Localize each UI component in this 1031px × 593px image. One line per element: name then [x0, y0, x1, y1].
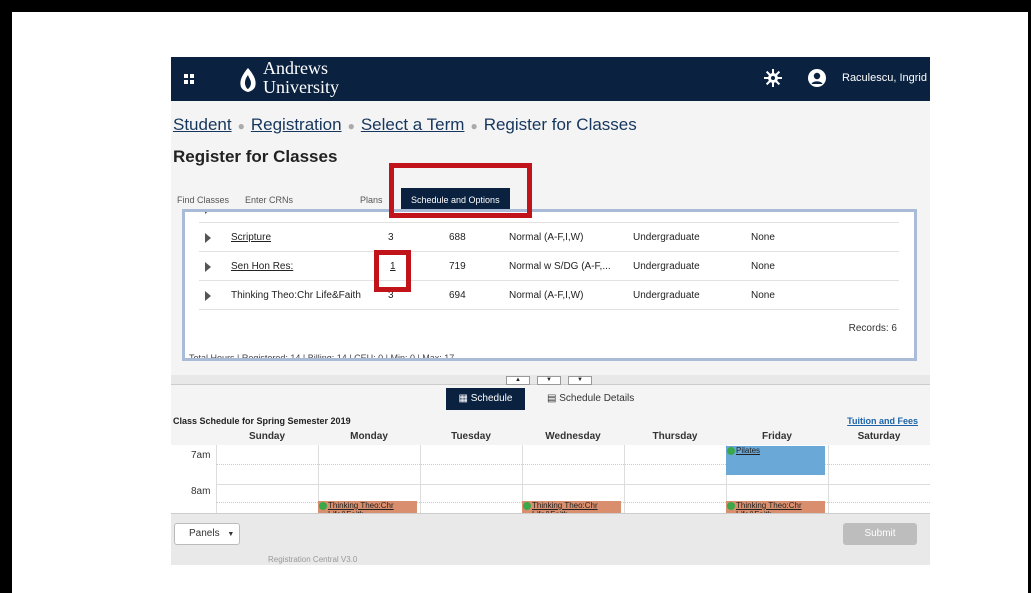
breadcrumb: Student ● Registration ● Select a Term ● Regis…	[173, 115, 637, 135]
hours-cell: 3	[388, 232, 394, 243]
panels-dropdown-button[interactable]: Panels ▼	[174, 523, 240, 545]
event-label: Pilates	[736, 446, 761, 455]
apps-grid-icon[interactable]	[184, 74, 194, 84]
breadcrumb-separator: ●	[347, 119, 355, 133]
event-label: Thinking Theo:Chr Life&Faith	[328, 501, 394, 513]
page-title: Register for Classes	[173, 147, 338, 166]
course-title-link[interactable]: Sen Hon Res:	[231, 261, 293, 272]
calendar-grid: 7am 8am Pilates Thinking Theo:Chr Life&F…	[171, 445, 930, 513]
day-header: Sunday	[248, 431, 286, 442]
frame-left-border	[0, 0, 12, 593]
user-avatar-icon[interactable]	[807, 68, 827, 88]
tuition-fees-link[interactable]: Tuition and Fees	[847, 416, 918, 426]
gear-icon[interactable]	[763, 68, 783, 88]
event-thinking-theo-monday[interactable]: Thinking Theo:Chr Life&Faith	[318, 501, 417, 513]
check-icon	[727, 502, 735, 510]
day-header: Friday	[761, 431, 792, 442]
calendar-title: Class Schedule for Spring Semester 2019	[173, 416, 351, 426]
frame-top-border	[0, 0, 1031, 12]
hour-label: 7am	[191, 450, 211, 461]
course-title-link[interactable]: Scripture	[231, 232, 271, 243]
schedule-details-label: Schedule Details	[559, 393, 635, 404]
breadcrumb-select-term[interactable]: Select a Term	[361, 115, 465, 134]
grid-line	[216, 484, 930, 485]
highlight-credit-hours	[374, 250, 411, 292]
expand-arrow-icon[interactable]	[205, 262, 211, 272]
day-header: Wednesday	[545, 431, 601, 442]
day-header: Tuesday	[451, 431, 491, 442]
check-icon	[319, 502, 327, 510]
event-pilates[interactable]: Pilates	[726, 446, 825, 475]
day-header: Monday	[350, 431, 388, 442]
attribute-cell: None	[751, 232, 775, 243]
day-header: Saturday	[857, 431, 901, 442]
breadcrumb-separator: ●	[237, 119, 245, 133]
level-cell: Undergraduate	[633, 290, 700, 301]
check-icon	[727, 447, 735, 455]
splitter-down-icon[interactable]: ▼	[537, 376, 561, 385]
submit-button[interactable]: Submit	[843, 523, 917, 545]
table-row: Thinking Theo:Chr Life&Faith 3 694 Norma…	[199, 281, 899, 310]
calendar-day-headers: Sunday Monday Tuesday Wednesday Thursday…	[171, 431, 930, 445]
day-header: Thursday	[652, 431, 698, 442]
event-label: Thinking Theo:Chr Life&Faith	[532, 501, 598, 513]
expand-arrow-icon[interactable]	[205, 233, 211, 243]
event-label: Thinking Theo:Chr Life&Faith	[736, 501, 802, 513]
registered-classes-panel: Scripture 3 688 Normal (A-F,I,W) Undergr…	[182, 209, 917, 361]
table-row: Scripture 3 688 Normal (A-F,I,W) Undergr…	[199, 223, 899, 252]
table-row-partial	[199, 212, 899, 223]
grade-mode-cell: Normal w S/DG (A-F,...	[509, 261, 611, 272]
crn-cell: 719	[449, 261, 466, 272]
top-header: Andrews University Raculescu, Ingrid	[171, 57, 930, 101]
grade-mode-cell: Normal (A-F,I,W)	[509, 232, 584, 243]
university-logo-icon	[240, 68, 256, 92]
bottom-toolbar: Panels ▼ Submit Registration Central V3.…	[171, 513, 930, 565]
registration-app: Andrews University Raculescu, Ingrid Stu…	[171, 57, 930, 565]
table-icon: ▤	[547, 393, 557, 404]
attribute-cell: None	[751, 290, 775, 301]
event-thinking-theo-friday[interactable]: Thinking Theo:Chr Life&Faith	[726, 501, 825, 513]
breadcrumb-registration[interactable]: Registration	[251, 115, 342, 134]
chevron-down-icon: ▼	[227, 531, 235, 538]
course-title-link[interactable]: Thinking Theo:Chr Life&Faith	[231, 290, 361, 301]
university-logo-text: Andrews University	[263, 59, 339, 97]
check-icon	[523, 502, 531, 510]
expand-arrow-icon[interactable]	[205, 212, 211, 214]
breadcrumb-student[interactable]: Student	[173, 115, 232, 134]
highlight-schedule-options-tab	[389, 163, 532, 218]
splitter-collapse-icon[interactable]: ▼	[568, 376, 592, 385]
footer-version: Registration Central V3.0	[268, 555, 358, 564]
logo-line-1: Andrews	[263, 58, 328, 78]
crn-cell: 688	[449, 232, 466, 243]
total-hours-summary: Total Hours | Registered: 14 | Billing: …	[189, 353, 455, 361]
user-name[interactable]: Raculescu, Ingrid	[842, 72, 927, 84]
breadcrumb-current: Register for Classes	[483, 115, 637, 134]
calendar-icon: ▦	[458, 393, 468, 404]
expand-arrow-icon[interactable]	[205, 291, 211, 301]
panels-label: Panels	[189, 528, 220, 539]
level-cell: Undergraduate	[633, 261, 700, 272]
splitter-up-icon[interactable]: ▲	[506, 376, 530, 385]
event-thinking-theo-wednesday[interactable]: Thinking Theo:Chr Life&Faith	[522, 501, 621, 513]
breadcrumb-separator: ●	[470, 119, 478, 133]
schedule-details-tab[interactable]: ▤ Schedule Details	[547, 390, 634, 408]
logo-line-2: University	[263, 77, 339, 97]
hour-label: 8am	[191, 486, 211, 497]
records-count: Records: 6	[848, 323, 897, 334]
level-cell: Undergraduate	[633, 232, 700, 243]
schedule-view-tab[interactable]: ▦ Schedule	[446, 388, 525, 410]
schedule-tab-label: Schedule	[470, 393, 513, 404]
table-row: Sen Hon Res: 1 719 Normal w S/DG (A-F,..…	[199, 252, 899, 281]
crn-cell: 694	[449, 290, 466, 301]
grade-mode-cell: Normal (A-F,I,W)	[509, 290, 584, 301]
attribute-cell: None	[751, 261, 775, 272]
